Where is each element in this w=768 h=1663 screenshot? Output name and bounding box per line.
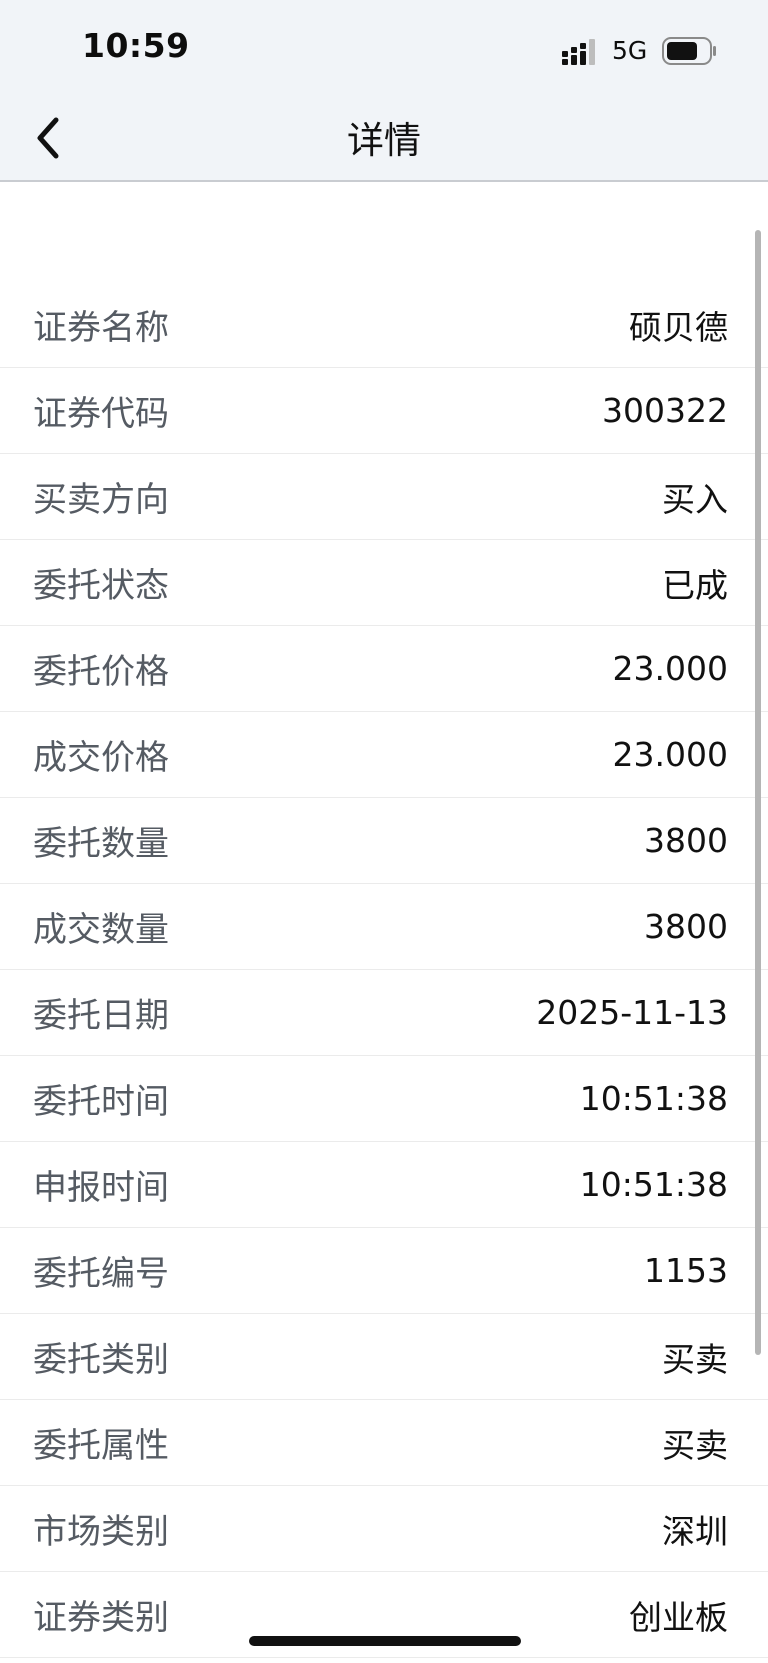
row-value: 深圳 (662, 1511, 728, 1551)
detail-row-order-category: 委托类别 买卖 (0, 1314, 768, 1400)
row-label: 委托价格 (33, 652, 169, 692)
row-value: 10:51:38 (579, 1079, 728, 1118)
detail-row-deal-price: 成交价格 23.000 (0, 712, 768, 798)
row-label: 委托数量 (33, 824, 169, 864)
scrollbar[interactable] (755, 230, 761, 1355)
detail-row-order-time: 委托时间 10:51:38 (0, 1056, 768, 1142)
detail-row-security-name: 证券名称 硕贝德 (0, 282, 768, 368)
row-label: 证券类别 (33, 1598, 169, 1638)
row-value: 买入 (662, 479, 728, 519)
row-label: 成交数量 (33, 910, 169, 950)
row-label: 委托状态 (33, 566, 169, 606)
row-value: 硕贝德 (629, 307, 728, 347)
battery-icon (662, 37, 716, 65)
row-label: 市场类别 (33, 1512, 169, 1552)
network-type: 5G (612, 36, 648, 65)
row-label: 委托日期 (33, 996, 169, 1036)
detail-row-order-price: 委托价格 23.000 (0, 626, 768, 712)
row-label: 委托编号 (33, 1254, 169, 1294)
detail-row-deal-quantity: 成交数量 3800 (0, 884, 768, 970)
detail-row-security-code: 证券代码 300322 (0, 368, 768, 454)
row-label: 成交价格 (33, 738, 169, 778)
page-title: 详情 (347, 119, 421, 162)
row-value: 买卖 (662, 1339, 728, 1379)
detail-row-order-number: 委托编号 1153 (0, 1228, 768, 1314)
detail-row-order-date: 委托日期 2025-11-13 (0, 970, 768, 1056)
row-value: 23.000 (612, 649, 728, 688)
navigation-bar: 详情 (0, 96, 768, 182)
row-value: 3800 (644, 821, 728, 860)
row-value: 创业板 (629, 1597, 728, 1637)
row-value: 23.000 (612, 735, 728, 774)
detail-row-market: 市场类别 深圳 (0, 1486, 768, 1572)
row-label: 买卖方向 (33, 480, 169, 520)
detail-list: 证券名称 硕贝德 证券代码 300322 买卖方向 买入 委托状态 已成 委托价… (0, 282, 768, 1658)
detail-content: 证券名称 硕贝德 证券代码 300322 买卖方向 买入 委托状态 已成 委托价… (0, 182, 768, 1663)
row-label: 证券代码 (33, 394, 169, 434)
row-value: 3800 (644, 907, 728, 946)
row-value: 10:51:38 (579, 1165, 728, 1204)
detail-row-order-status: 委托状态 已成 (0, 540, 768, 626)
status-time: 10:59 (82, 26, 190, 65)
row-label: 证券名称 (33, 308, 169, 348)
row-label: 委托属性 (33, 1426, 169, 1466)
home-indicator[interactable] (249, 1636, 521, 1646)
row-label: 申报时间 (33, 1168, 169, 1208)
row-value: 已成 (662, 565, 728, 605)
cellular-signal-icon (562, 39, 595, 65)
row-value: 2025-11-13 (536, 993, 728, 1032)
row-label: 委托类别 (33, 1340, 169, 1380)
detail-row-direction: 买卖方向 买入 (0, 454, 768, 540)
row-label: 委托时间 (33, 1082, 169, 1122)
detail-row-order-quantity: 委托数量 3800 (0, 798, 768, 884)
status-bar: 10:59 5G (0, 0, 768, 96)
row-value: 1153 (644, 1251, 728, 1290)
detail-row-report-time: 申报时间 10:51:38 (0, 1142, 768, 1228)
detail-row-order-attribute: 委托属性 买卖 (0, 1400, 768, 1486)
row-value: 买卖 (662, 1425, 728, 1465)
row-value: 300322 (602, 391, 728, 430)
